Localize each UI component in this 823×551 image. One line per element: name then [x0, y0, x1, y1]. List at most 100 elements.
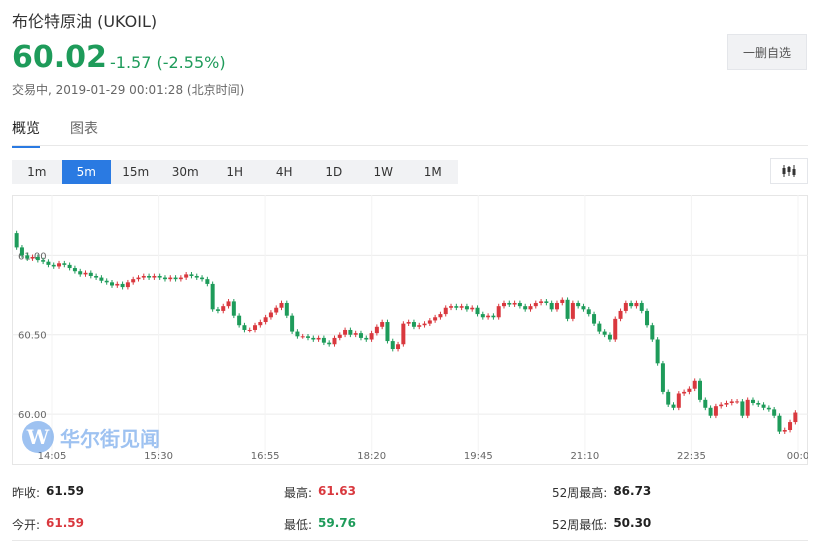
candle-body	[401, 323, 406, 345]
remove-watchlist-button[interactable]: 一删自选	[727, 34, 807, 70]
candle-body	[94, 275, 99, 278]
tab-bar: 概览 图表	[12, 118, 98, 148]
stat-low: 最低: 59.76	[284, 516, 356, 533]
candle-body	[327, 342, 332, 345]
candle-body	[385, 322, 390, 342]
candle-body	[422, 323, 427, 326]
candle-body	[396, 344, 401, 350]
candle-body	[380, 322, 385, 327]
candle-body	[454, 306, 459, 308]
candle-body	[215, 309, 220, 311]
candle-body	[750, 399, 755, 404]
candle-body	[157, 275, 162, 278]
stat-value: 61.63	[318, 484, 357, 498]
period-5m[interactable]: 5m	[61, 160, 111, 184]
candle-body	[194, 275, 199, 278]
candle-body	[41, 260, 46, 262]
candle-body	[443, 307, 448, 315]
candle-body	[247, 329, 252, 331]
candle-body	[231, 301, 236, 316]
tab-chart[interactable]: 图表	[70, 118, 98, 148]
stat-value: 50.30	[613, 516, 652, 530]
candle-body	[189, 274, 194, 276]
candle-body	[544, 301, 549, 303]
candle-body	[666, 391, 671, 405]
tab-divider	[12, 145, 808, 146]
candle-body	[210, 283, 215, 310]
period-1m[interactable]: 1m	[12, 160, 62, 184]
stat-value: 59.76	[318, 516, 357, 530]
period-1h[interactable]: 1H	[210, 160, 260, 184]
candle-body	[782, 430, 787, 432]
candle-body	[528, 306, 533, 310]
candle-body	[406, 322, 411, 324]
candle-body	[438, 314, 443, 318]
candle-body	[629, 302, 634, 307]
candle-body	[369, 333, 374, 340]
candle-body	[756, 403, 761, 405]
candle-body	[766, 407, 771, 410]
candle-body	[263, 317, 268, 323]
candle-body	[777, 415, 782, 432]
x-tick-label: 21:10	[570, 451, 599, 462]
period-1d[interactable]: 1D	[309, 160, 359, 184]
candle-body	[793, 412, 798, 423]
candle-body	[464, 306, 469, 310]
candle-body	[99, 277, 104, 281]
period-30m[interactable]: 30m	[161, 160, 211, 184]
candle-body	[655, 339, 660, 364]
chart-type-button[interactable]	[770, 158, 808, 184]
candle-body	[570, 302, 575, 319]
candle-body	[284, 302, 289, 316]
candle-body	[226, 301, 231, 307]
tab-overview[interactable]: 概览	[12, 118, 40, 148]
candle-body	[475, 307, 480, 315]
candle-body	[724, 403, 729, 405]
candle-body	[411, 322, 416, 327]
candle-body	[650, 325, 655, 340]
period-1w[interactable]: 1W	[359, 160, 409, 184]
candle-body	[713, 406, 718, 416]
candle-body	[719, 404, 724, 407]
candle-body	[602, 331, 607, 335]
candle-body	[279, 302, 284, 308]
stat-open: 今开: 61.59	[12, 516, 84, 533]
candle-body	[486, 315, 491, 318]
candle-body	[470, 307, 475, 310]
candle-body	[25, 255, 30, 259]
candle-body	[88, 272, 93, 276]
candle-body	[729, 401, 734, 404]
candle-body	[634, 302, 639, 307]
stat-label: 52周最低:	[552, 518, 608, 532]
candle-body	[237, 315, 242, 326]
candle-body	[592, 314, 597, 324]
candle-body	[512, 302, 517, 305]
candlestick-icon	[782, 165, 796, 177]
candle-body	[698, 380, 702, 400]
stats-divider	[12, 540, 808, 541]
candle-body	[295, 331, 300, 337]
x-tick-label: 16:55	[251, 451, 280, 462]
candle-body	[67, 264, 72, 269]
candle-body	[110, 282, 114, 286]
period-15m[interactable]: 15m	[111, 160, 161, 184]
candle-body	[539, 301, 544, 303]
candle-body	[62, 263, 67, 265]
period-1mo[interactable]: 1M	[408, 160, 458, 184]
watermark: W 华尔街见闻	[22, 421, 160, 453]
candle-body	[353, 333, 358, 335]
period-4h[interactable]: 4H	[260, 160, 310, 184]
candle-body	[480, 314, 485, 318]
candle-body	[168, 277, 173, 280]
stat-label: 今开:	[12, 518, 41, 532]
candle-body	[682, 391, 687, 394]
candle-body	[253, 325, 258, 330]
candle-body	[586, 309, 591, 315]
candle-body	[417, 325, 422, 327]
candle-body	[581, 306, 586, 310]
y-tick-label: 60.50	[18, 331, 47, 342]
candle-body	[200, 277, 205, 280]
stat-value: 86.73	[613, 484, 652, 498]
candle-body	[576, 302, 581, 307]
candle-body	[745, 399, 750, 416]
